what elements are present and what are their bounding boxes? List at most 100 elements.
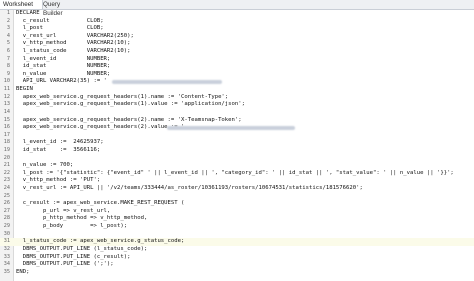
- code-line[interactable]: 13 apex_web_service.g_request_headers(1)…: [0, 101, 474, 109]
- code-text: apex_web_service.g_request_headers(2).va…: [16, 124, 185, 131]
- code-text: n_value NUMBER;: [16, 70, 111, 77]
- code-line[interactable]: 14: [0, 109, 474, 117]
- line-number: 22: [3, 169, 10, 176]
- line-number: 16: [3, 124, 10, 131]
- code-text: v_http_method VARCHAR2(10);: [16, 40, 131, 47]
- tab-query-builder[interactable]: Query Builder: [40, 0, 80, 17]
- code-text: l_post CLOB;: [16, 25, 104, 32]
- code-line[interactable]: 1 DECLARE: [0, 10, 474, 18]
- code-text: n_value := 700;: [16, 162, 74, 169]
- code-line[interactable]: 9 n_value NUMBER;: [0, 71, 474, 79]
- code-text: l_status_code VARCHAR2(10);: [16, 48, 131, 55]
- code-line[interactable]: 10 API_URL VARCHAR2(35) := ': [0, 78, 474, 86]
- code-text: apex_web_service.g_request_headers(1).na…: [16, 93, 229, 100]
- line-number: 31: [3, 238, 10, 245]
- redacted-text: [112, 80, 222, 85]
- code-text: API_URL VARCHAR2(35) := ': [16, 78, 107, 85]
- tab-bar: Worksheet Query Builder: [0, 0, 474, 17]
- code-text: p_body => l_post);: [16, 223, 128, 230]
- line-number: 11: [3, 86, 10, 93]
- line-number: 7: [6, 55, 10, 62]
- code-line[interactable]: 6 l_status_code VARCHAR2(10);: [0, 48, 474, 56]
- line-number: 1: [6, 10, 10, 16]
- code-text: apex_web_service.g_request_headers(2).na…: [16, 116, 242, 123]
- code-text: c_result CLOB;: [16, 17, 104, 24]
- code-line[interactable]: 20: [0, 155, 474, 163]
- line-number: 3: [6, 25, 10, 32]
- code-line[interactable]: 35 END;: [0, 269, 474, 277]
- line-number: 14: [3, 108, 10, 115]
- line-number: 33: [3, 253, 10, 260]
- code-line[interactable]: 8 id_stat NUMBER;: [0, 63, 474, 71]
- code-text: l_status_code := apex_web_service.g_stat…: [16, 238, 185, 245]
- code-line[interactable]: 11 BEGIN: [0, 86, 474, 94]
- code-line[interactable]: 21 n_value := 700;: [0, 162, 474, 170]
- code-text: v_rest_url := API_URL || '/v2/teams/3334…: [16, 185, 363, 192]
- code-text: id_stat NUMBER;: [16, 63, 111, 70]
- code-text: v_rest_url VARCHAR2(250);: [16, 32, 134, 39]
- code-text: p_url => v_rest_url,: [16, 207, 111, 214]
- code-text: v_http_method := 'PUT';: [16, 177, 101, 184]
- line-number: 19: [3, 146, 10, 153]
- code-line[interactable]: 12 apex_web_service.g_request_headers(1)…: [0, 94, 474, 102]
- line-number: 13: [3, 101, 10, 108]
- line-number: 30: [3, 230, 10, 237]
- code-line[interactable]: 31 l_status_code := apex_web_service.g_s…: [0, 238, 474, 246]
- code-line[interactable]: 34 DBMS_OUTPUT.PUT_LINE (';');: [0, 261, 474, 269]
- line-number: 21: [3, 162, 10, 169]
- code-editor[interactable]: 1 DECLARE 2 c_result CLOB; 3 l_post CLOB; 4 …: [0, 10, 474, 281]
- line-number: 20: [3, 154, 10, 161]
- line-number: 10: [3, 78, 10, 85]
- line-number: 5: [6, 40, 10, 47]
- code-line[interactable]: 23 v_http_method := 'PUT';: [0, 177, 474, 185]
- line-number: 8: [6, 63, 10, 70]
- code-line[interactable]: 33 DBMS_OUTPUT.PUT_LINE (c_result);: [0, 254, 474, 262]
- code-line[interactable]: 16 apex_web_service.g_request_headers(2)…: [0, 124, 474, 132]
- code-text: c_result := apex_web_service.MAKE_REST_R…: [16, 200, 185, 207]
- line-number: 23: [3, 177, 10, 184]
- code-text: DBMS_OUTPUT.PUT_LINE (c_result);: [16, 253, 131, 260]
- line-number: 9: [6, 70, 10, 77]
- code-text: l_event_id NUMBER;: [16, 55, 111, 62]
- code-line[interactable]: 15 apex_web_service.g_request_headers(2)…: [0, 117, 474, 125]
- code-line[interactable]: 18 l_event_id := 24625937;: [0, 139, 474, 147]
- line-number: 12: [3, 93, 10, 100]
- code-line[interactable]: 30: [0, 231, 474, 239]
- code-line[interactable]: 17: [0, 132, 474, 140]
- code-line[interactable]: 32 DBMS_OUTPUT.PUT_LINE (l_status_code);: [0, 246, 474, 254]
- line-number: 25: [3, 192, 10, 199]
- code-text: l_event_id := 24625937;: [16, 139, 104, 146]
- code-line[interactable]: 26 c_result := apex_web_service.MAKE_RES…: [0, 200, 474, 208]
- code-text: p_http_method => v_http_method,: [16, 215, 148, 222]
- line-number: 2: [6, 17, 10, 24]
- line-number: 28: [3, 215, 10, 222]
- line-number: 15: [3, 116, 10, 123]
- line-number: 18: [3, 139, 10, 146]
- code-line[interactable]: 3 l_post CLOB;: [0, 25, 474, 33]
- code-line[interactable]: 2 c_result CLOB;: [0, 18, 474, 26]
- code-line[interactable]: 29 p_body => l_post);: [0, 223, 474, 231]
- code-text: DBMS_OUTPUT.PUT_LINE (l_status_code);: [16, 245, 148, 252]
- code-text: apex_web_service.g_request_headers(1).va…: [16, 101, 246, 108]
- code-text: END;: [16, 268, 30, 275]
- redacted-text: [167, 126, 295, 131]
- line-number: 34: [3, 261, 10, 268]
- code-line[interactable]: 5 v_http_method VARCHAR2(10);: [0, 40, 474, 48]
- code-line[interactable]: 25: [0, 193, 474, 201]
- code-line[interactable]: 22 l_post := '{"statistic": {"event_id" …: [0, 170, 474, 178]
- code-text: l_post := '{"statistic": {"event_id" ' |…: [16, 169, 454, 176]
- code-line[interactable]: 27 p_url => v_rest_url,: [0, 208, 474, 216]
- code-line[interactable]: 7 l_event_id NUMBER;: [0, 56, 474, 64]
- tab-worksheet[interactable]: Worksheet: [0, 0, 43, 9]
- line-number: 17: [3, 131, 10, 138]
- code-text: DECLARE: [16, 10, 40, 16]
- code-line[interactable]: 19 id_stat := 3566116;: [0, 147, 474, 155]
- line-number: 29: [3, 223, 10, 230]
- code-line[interactable]: 28 p_http_method => v_http_method,: [0, 215, 474, 223]
- line-number: 27: [3, 207, 10, 214]
- code-line[interactable]: 24 v_rest_url := API_URL || '/v2/teams/3…: [0, 185, 474, 193]
- line-number: 26: [3, 200, 10, 207]
- line-number: 4: [6, 32, 10, 39]
- code-line[interactable]: 4 v_rest_url VARCHAR2(250);: [0, 33, 474, 41]
- line-number: 32: [3, 245, 10, 252]
